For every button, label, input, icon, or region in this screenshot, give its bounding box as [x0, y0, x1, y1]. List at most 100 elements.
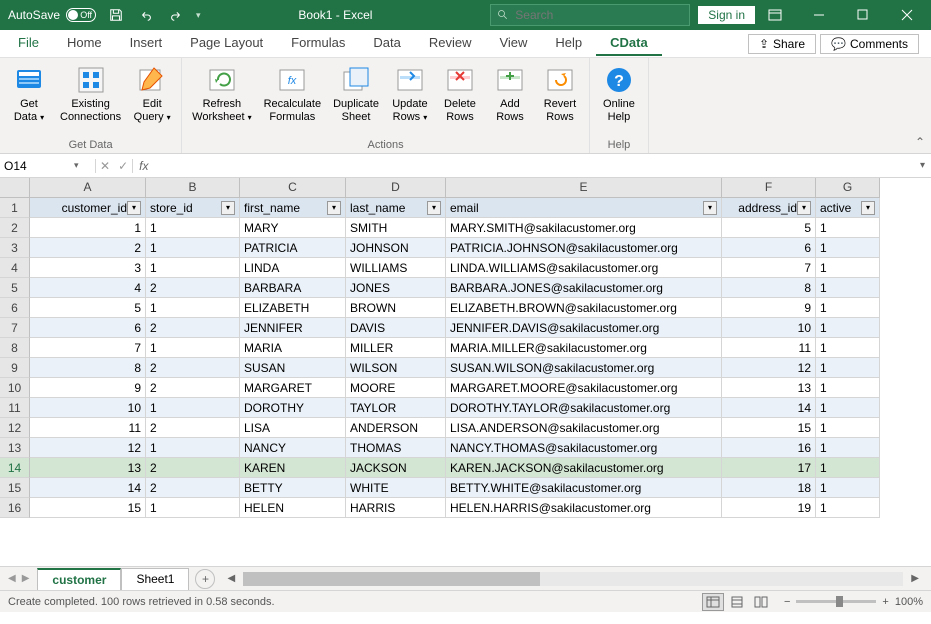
cell[interactable]: MOORE [346, 378, 446, 398]
comments-button[interactable]: 💬Comments [820, 34, 919, 54]
cell[interactable]: ELIZABETH [240, 298, 346, 318]
cell[interactable]: 1 [816, 438, 880, 458]
cell[interactable]: 6 [30, 318, 146, 338]
cell[interactable]: KAREN.JACKSON@sakilacustomer.org [446, 458, 722, 478]
cell[interactable]: NANCY [240, 438, 346, 458]
cell[interactable]: 2 [146, 378, 240, 398]
cell[interactable]: 11 [722, 338, 816, 358]
cell[interactable]: 2 [146, 318, 240, 338]
filter-icon[interactable]: ▾ [703, 201, 717, 215]
tab-view[interactable]: View [485, 31, 541, 56]
minimize-icon[interactable] [799, 1, 839, 29]
cell[interactable]: 12 [722, 358, 816, 378]
cell[interactable]: HELEN.HARRIS@sakilacustomer.org [446, 498, 722, 518]
cell[interactable]: 15 [722, 418, 816, 438]
table-header-customer_id[interactable]: customer_id▾ [30, 198, 146, 218]
cell[interactable]: BROWN [346, 298, 446, 318]
cell[interactable]: SUSAN [240, 358, 346, 378]
table-header-first_name[interactable]: first_name▾ [240, 198, 346, 218]
cell[interactable]: JENNIFER [240, 318, 346, 338]
filter-icon[interactable]: ▾ [861, 201, 875, 215]
row-header[interactable]: 5 [0, 278, 30, 298]
formula-input[interactable] [154, 159, 914, 173]
cell[interactable]: PATRICIA.JOHNSON@sakilacustomer.org [446, 238, 722, 258]
row-header[interactable]: 9 [0, 358, 30, 378]
cell[interactable]: LISA [240, 418, 346, 438]
cell[interactable]: ELIZABETH.BROWN@sakilacustomer.org [446, 298, 722, 318]
cell[interactable]: 1 [146, 438, 240, 458]
cell[interactable]: 1 [816, 278, 880, 298]
horizontal-scrollbar[interactable] [243, 572, 903, 586]
cell[interactable]: 1 [146, 258, 240, 278]
cell[interactable]: 17 [722, 458, 816, 478]
filter-icon[interactable]: ▾ [797, 201, 811, 215]
cell[interactable]: MILLER [346, 338, 446, 358]
add-button[interactable]: AddRows [485, 60, 535, 137]
cell[interactable]: 5 [30, 298, 146, 318]
cell[interactable]: SMITH [346, 218, 446, 238]
ribbon-display-icon[interactable] [755, 1, 795, 29]
cell[interactable]: 1 [816, 238, 880, 258]
cell[interactable]: 1 [816, 478, 880, 498]
column-header-B[interactable]: B [146, 178, 240, 198]
row-header[interactable]: 6 [0, 298, 30, 318]
cell[interactable]: LINDA.WILLIAMS@sakilacustomer.org [446, 258, 722, 278]
cell[interactable]: 8 [30, 358, 146, 378]
cell[interactable]: MARY [240, 218, 346, 238]
cell[interactable]: 1 [146, 218, 240, 238]
cell[interactable]: LINDA [240, 258, 346, 278]
table-header-email[interactable]: email▾ [446, 198, 722, 218]
tab-help[interactable]: Help [541, 31, 596, 56]
cell[interactable]: ANDERSON [346, 418, 446, 438]
table-header-address_id[interactable]: address_id▾ [722, 198, 816, 218]
column-header-A[interactable]: A [30, 178, 146, 198]
cell[interactable]: 1 [816, 358, 880, 378]
undo-icon[interactable] [136, 5, 156, 25]
cell[interactable]: BETTY [240, 478, 346, 498]
cell[interactable]: 1 [816, 298, 880, 318]
cell[interactable]: 16 [722, 438, 816, 458]
tab-insert[interactable]: Insert [116, 31, 177, 56]
normal-view-icon[interactable] [702, 593, 724, 611]
column-header-G[interactable]: G [816, 178, 880, 198]
expand-formula-icon[interactable]: ▾ [914, 160, 931, 171]
close-icon[interactable] [887, 1, 927, 29]
zoom-slider[interactable] [796, 600, 876, 603]
cell[interactable]: HELEN [240, 498, 346, 518]
cell[interactable]: DAVIS [346, 318, 446, 338]
tab-review[interactable]: Review [415, 31, 486, 56]
revert-button[interactable]: RevertRows [535, 60, 585, 137]
cell[interactable]: NANCY.THOMAS@sakilacustomer.org [446, 438, 722, 458]
cell[interactable]: 8 [722, 278, 816, 298]
collapse-ribbon-icon[interactable]: ⌃ [915, 135, 925, 149]
cell[interactable]: BARBARA.JONES@sakilacustomer.org [446, 278, 722, 298]
cell[interactable]: 2 [146, 418, 240, 438]
row-header[interactable]: 3 [0, 238, 30, 258]
row-header[interactable]: 16 [0, 498, 30, 518]
cell[interactable]: 1 [816, 218, 880, 238]
update-button[interactable]: UpdateRows ▾ [385, 60, 435, 137]
row-header[interactable]: 7 [0, 318, 30, 338]
cell[interactable]: 1 [816, 318, 880, 338]
cell[interactable]: 10 [30, 398, 146, 418]
cell[interactable]: 1 [816, 338, 880, 358]
cell[interactable]: 1 [816, 418, 880, 438]
column-header-E[interactable]: E [446, 178, 722, 198]
connections-button[interactable]: ExistingConnections [54, 60, 127, 137]
maximize-icon[interactable] [843, 1, 883, 29]
cell[interactable]: 1 [816, 258, 880, 278]
cell[interactable]: 5 [722, 218, 816, 238]
filter-icon[interactable]: ▾ [327, 201, 341, 215]
cell[interactable]: MARY.SMITH@sakilacustomer.org [446, 218, 722, 238]
cell[interactable]: JACKSON [346, 458, 446, 478]
cell[interactable]: SUSAN.WILSON@sakilacustomer.org [446, 358, 722, 378]
tab-cdata[interactable]: CData [596, 31, 662, 56]
cell[interactable]: WILLIAMS [346, 258, 446, 278]
sheet-tab-sheet1[interactable]: Sheet1 [121, 568, 189, 590]
cell[interactable]: 1 [816, 378, 880, 398]
spreadsheet[interactable]: ABCDEFG1customer_id▾store_id▾first_name▾… [0, 178, 931, 566]
cell[interactable]: TAYLOR [346, 398, 446, 418]
cell[interactable]: 2 [146, 278, 240, 298]
sheet-tab-customer[interactable]: customer [37, 568, 121, 590]
zoom-in-button[interactable]: + [882, 596, 888, 608]
